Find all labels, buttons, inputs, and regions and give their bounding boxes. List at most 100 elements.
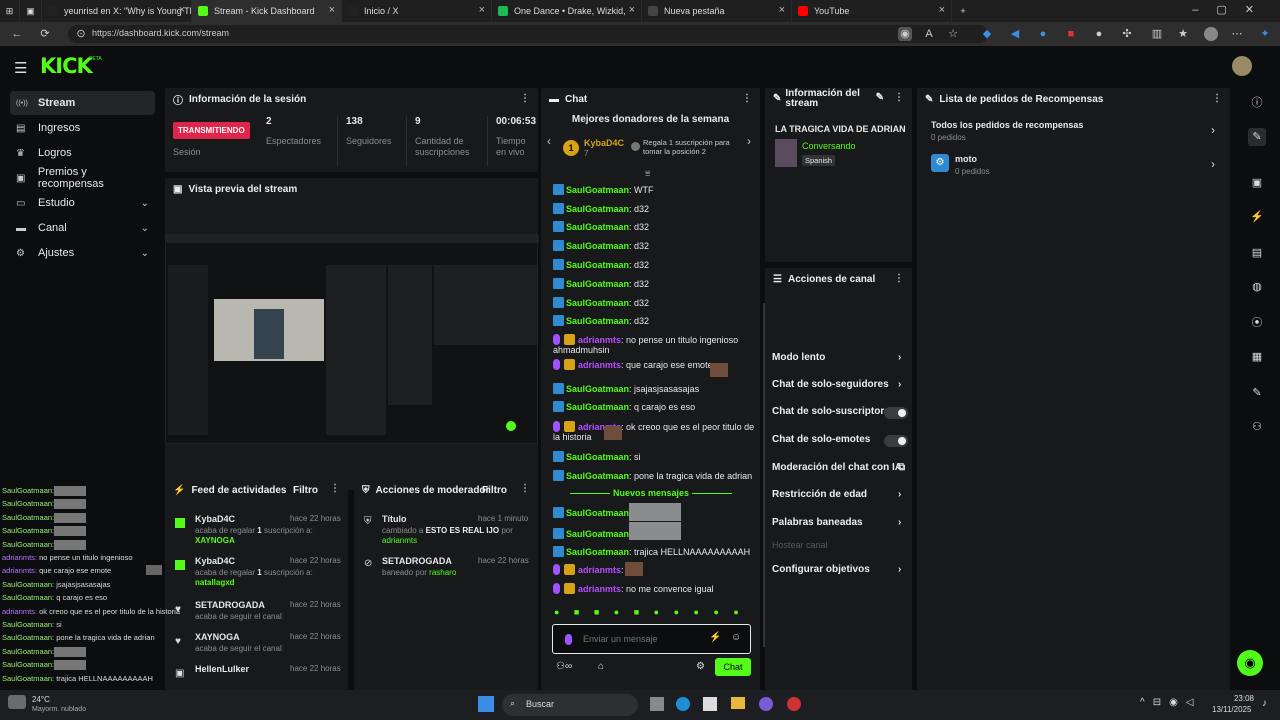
new-tab-icon[interactable]: +: [952, 0, 974, 22]
layout-icon[interactable]: ▦: [1248, 348, 1266, 366]
store-icon[interactable]: ⌂: [598, 661, 604, 672]
sidebar-item-channel[interactable]: ▬ Canal ⌄: [10, 216, 155, 240]
chevron-right-icon[interactable]: ›: [898, 379, 901, 390]
chat-username[interactable]: SaulGoatmaan: [566, 452, 629, 462]
close-icon[interactable]: ×: [779, 4, 785, 16]
chat-input-box[interactable]: ⚡ ☺: [552, 624, 751, 654]
chat-username[interactable]: SaulGoatmaan: [566, 241, 629, 251]
more-options-icon[interactable]: ⋮: [330, 483, 340, 494]
chat-username[interactable]: SaulGoatmaan: [566, 547, 629, 557]
extension-icon[interactable]: ■: [1064, 27, 1078, 41]
chat-username[interactable]: adrianmts: [578, 360, 621, 370]
browser-tab[interactable]: Nueva pestaña ×: [642, 0, 792, 22]
emote-picker-icon[interactable]: ⚡: [709, 632, 721, 643]
split-screen-icon[interactable]: ▥: [1150, 27, 1164, 41]
channel-action-item[interactable]: Moderación del chat con IA ⧉: [772, 462, 905, 473]
toggle-switch[interactable]: [884, 407, 908, 419]
chevron-right-icon[interactable]: ›: [1211, 123, 1215, 137]
edit-layout-icon[interactable]: ✎: [1248, 128, 1266, 146]
close-icon[interactable]: ×: [939, 4, 945, 16]
chat-username[interactable]: SaulGoatmaan: [566, 204, 629, 214]
extension-icon[interactable]: ◀: [1008, 27, 1022, 41]
points-icon[interactable]: ⚇∞: [556, 661, 572, 672]
more-options-icon[interactable]: ⋮: [894, 273, 904, 284]
favorites-icon[interactable]: ★: [1176, 27, 1190, 41]
weather-icon[interactable]: [8, 695, 26, 709]
chrome-icon[interactable]: [787, 697, 801, 711]
edge-icon[interactable]: [676, 697, 690, 711]
clock-date[interactable]: 13/11/2025: [1212, 705, 1251, 714]
chat-username[interactable]: SaulGoatmaan: [566, 260, 629, 270]
browser-tab[interactable]: One Dance • Drake, Wizkid, ×: [492, 0, 642, 22]
file-explorer-icon[interactable]: [731, 697, 745, 709]
chevron-right-icon[interactable]: ›: [898, 517, 901, 528]
chat-username[interactable]: SaulGoatmaan: [566, 222, 629, 232]
chat-username[interactable]: SaulGoatmaan: [566, 316, 629, 326]
store-app-icon[interactable]: [703, 697, 717, 711]
filter-button[interactable]: Filtro: [482, 485, 507, 496]
channel-action-item[interactable]: Modo lento ›: [772, 352, 901, 363]
channel-action-item[interactable]: Configurar objetivos ›: [772, 564, 901, 575]
close-icon[interactable]: ×: [629, 4, 635, 16]
feed-user[interactable]: XAYNOGA: [195, 632, 240, 642]
sidebar-item-gift[interactable]: ▣ Premios y recompensas: [10, 166, 155, 190]
channel-action-item[interactable]: Chat de solo-suscriptores: [772, 406, 895, 417]
help-chat-button[interactable]: ◉: [1237, 650, 1263, 676]
pin-icon[interactable]: ⩸: [645, 168, 650, 179]
edit-icon[interactable]: ✎: [876, 93, 884, 103]
url-field[interactable]: https://dashboard.kick.com/stream: [68, 25, 988, 43]
chevron-down-icon[interactable]: ⌄: [141, 198, 149, 209]
user-avatar[interactable]: [1232, 56, 1252, 76]
all-requests-label[interactable]: Todos los pedidos de recompensas: [931, 120, 1083, 130]
favorite-star-icon[interactable]: ☆: [946, 27, 960, 41]
channel-action-item[interactable]: Chat de solo-emotes: [772, 434, 870, 445]
bolt-icon[interactable]: ⚡: [1248, 208, 1266, 226]
external-link-icon[interactable]: ⧉: [898, 462, 905, 473]
category-link[interactable]: Conversando: [802, 141, 856, 151]
browser-tab[interactable]: Inicio / X ×: [342, 0, 492, 22]
avatar[interactable]: [1204, 27, 1218, 41]
back-icon[interactable]: ←: [10, 27, 24, 41]
chat-username[interactable]: SaulGoatmaan: [566, 529, 629, 539]
info-icon[interactable]: ⓘ: [1248, 94, 1266, 112]
mod-user[interactable]: rasharo: [429, 568, 456, 577]
weather-text[interactable]: Mayorm. nublado: [32, 706, 86, 713]
chat-username[interactable]: adrianmts: [578, 335, 621, 345]
chat-username[interactable]: SaulGoatmaan: [566, 298, 629, 308]
prev-arrow-icon[interactable]: ‹: [547, 134, 551, 148]
browser-tab[interactable]: YouTube ×: [792, 0, 952, 22]
filter-button[interactable]: Filtro: [293, 485, 318, 496]
close-icon[interactable]: ×: [329, 4, 335, 16]
reload-icon[interactable]: ⟳: [38, 27, 52, 41]
notifications-icon[interactable]: ♪: [1262, 698, 1267, 709]
chevron-right-icon[interactable]: ›: [898, 352, 901, 363]
extension-icon[interactable]: ●: [1036, 27, 1050, 41]
feed-user[interactable]: HellenLulker: [195, 664, 249, 674]
extension-icon[interactable]: ●: [1092, 27, 1106, 41]
feed-user[interactable]: KybaD4C: [195, 556, 235, 566]
read-aloud-icon[interactable]: A: [922, 27, 936, 41]
discord-icon[interactable]: [759, 697, 773, 711]
apps-icon[interactable]: ⚇: [1248, 418, 1266, 436]
send-chat-button[interactable]: Chat: [715, 658, 751, 676]
close-icon[interactable]: ×: [179, 4, 185, 16]
channel-action-item[interactable]: Chat de solo-seguidores ›: [772, 379, 901, 390]
more-options-icon[interactable]: ⋮: [894, 93, 904, 103]
chat-bubble-icon[interactable]: ◍: [1248, 278, 1266, 296]
task-view-icon[interactable]: [650, 697, 664, 711]
chat-username[interactable]: SaulGoatmaan: [566, 384, 629, 394]
clock-time[interactable]: 23:08: [1226, 694, 1254, 703]
window-controls[interactable]: –▢✕: [1192, 3, 1272, 16]
more-icon[interactable]: ⋯: [1230, 27, 1244, 41]
toggle-switch[interactable]: [884, 435, 908, 447]
chat-username[interactable]: adrianmts: [578, 565, 621, 575]
channel-action-item[interactable]: Palabras baneadas ›: [772, 517, 901, 528]
chat-settings-icon[interactable]: ⚙: [696, 661, 705, 672]
mod-user[interactable]: adrianmts: [382, 536, 417, 545]
copilot-icon[interactable]: ✦: [1258, 27, 1272, 41]
chevron-right-icon[interactable]: ›: [1211, 157, 1215, 171]
feed-user[interactable]: SETADROGADA: [195, 600, 265, 610]
channel-action-item[interactable]: Restricción de edad ›: [772, 489, 901, 500]
profile-icon[interactable]: ⊞: [0, 0, 20, 22]
tab-actions-icon[interactable]: ▣: [20, 0, 42, 22]
